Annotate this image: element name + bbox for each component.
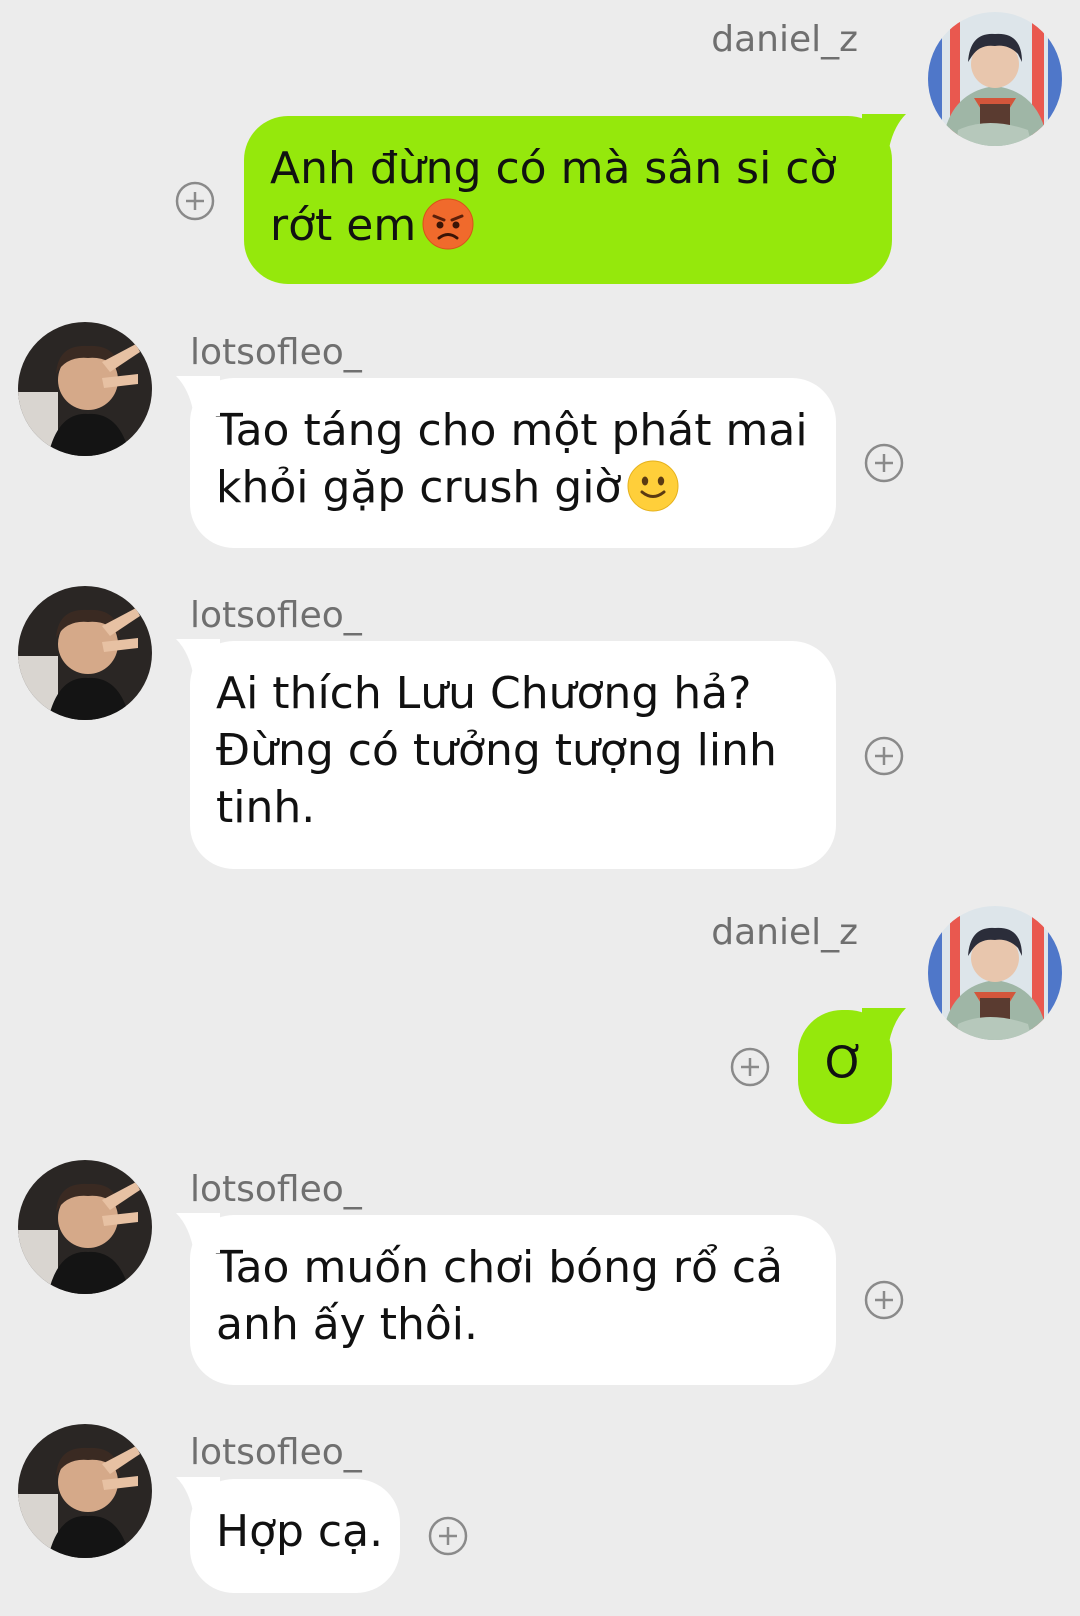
sender-username: daniel_z [711,19,858,60]
message-text-line: tinh. [216,782,316,833]
sender-username: lotsofleo_ [190,1169,362,1210]
add-reaction-icon[interactable] [864,736,904,776]
bubble-tail [176,1213,220,1253]
avatar-lotsofleo[interactable] [18,586,152,720]
message-bubble-incoming[interactable]: Ai thích Lưu Chương hả? Đừng có tưởng tư… [176,639,836,869]
avatar-lotsofleo[interactable] [18,322,152,456]
message-bubble-outgoing[interactable]: Anh đừng có mà sân si cờ rớt em [244,114,906,284]
avatar-lotsofleo[interactable] [18,1424,152,1558]
bubble-tail [176,1477,220,1517]
avatar-lotsofleo[interactable] [18,1160,152,1294]
message-text-line: Ai thích Lưu Chương hả? [216,668,752,719]
add-reaction-icon[interactable] [864,443,904,483]
message-text-line: Đừng có tưởng tượng linh [216,725,777,776]
bubble-tail [862,1008,906,1048]
message-text-line: Tao táng cho một phát mai [216,405,808,456]
chat-thread: daniel_z Anh đừng có mà sân si cờ rớt em [0,0,1080,1616]
angry-face-icon [422,198,474,250]
add-reaction-icon[interactable] [428,1516,468,1556]
message-text-line: khỏi gặp crush giờ [216,459,810,516]
bubble-tail [862,114,906,154]
add-reaction-icon[interactable] [864,1280,904,1320]
message-text-line: Hợp cạ. [216,1506,384,1557]
sender-username: lotsofleo_ [190,595,362,636]
message-bubble-incoming[interactable]: Hợp cạ. [176,1477,400,1593]
sender-username: daniel_z [711,912,858,953]
message-bubble-incoming[interactable]: Tao muốn chơi bóng rổ cả anh ấy thôi. [176,1213,836,1385]
slightly-smiling-face-icon [627,460,679,512]
avatar-daniel-z[interactable] [928,906,1062,1040]
sender-username: lotsofleo_ [190,1432,362,1473]
add-reaction-icon[interactable] [175,181,215,221]
message-bubble-outgoing[interactable]: Ơ [798,1008,906,1124]
message-text-line: anh ấy thôi. [216,1299,478,1350]
avatar-daniel-z[interactable] [928,12,1062,146]
message-text-line: Anh đừng có mà sân si cờ [270,143,837,194]
message-bubble-incoming[interactable]: Tao táng cho một phát mai khỏi gặp crush… [176,376,836,548]
bubble-tail [176,376,220,416]
message-text-line: rớt em [270,197,866,254]
message-text-line: Tao muốn chơi bóng rổ cả [216,1242,784,1293]
add-reaction-icon[interactable] [730,1047,770,1087]
bubble-tail [176,639,220,679]
sender-username: lotsofleo_ [190,332,362,373]
